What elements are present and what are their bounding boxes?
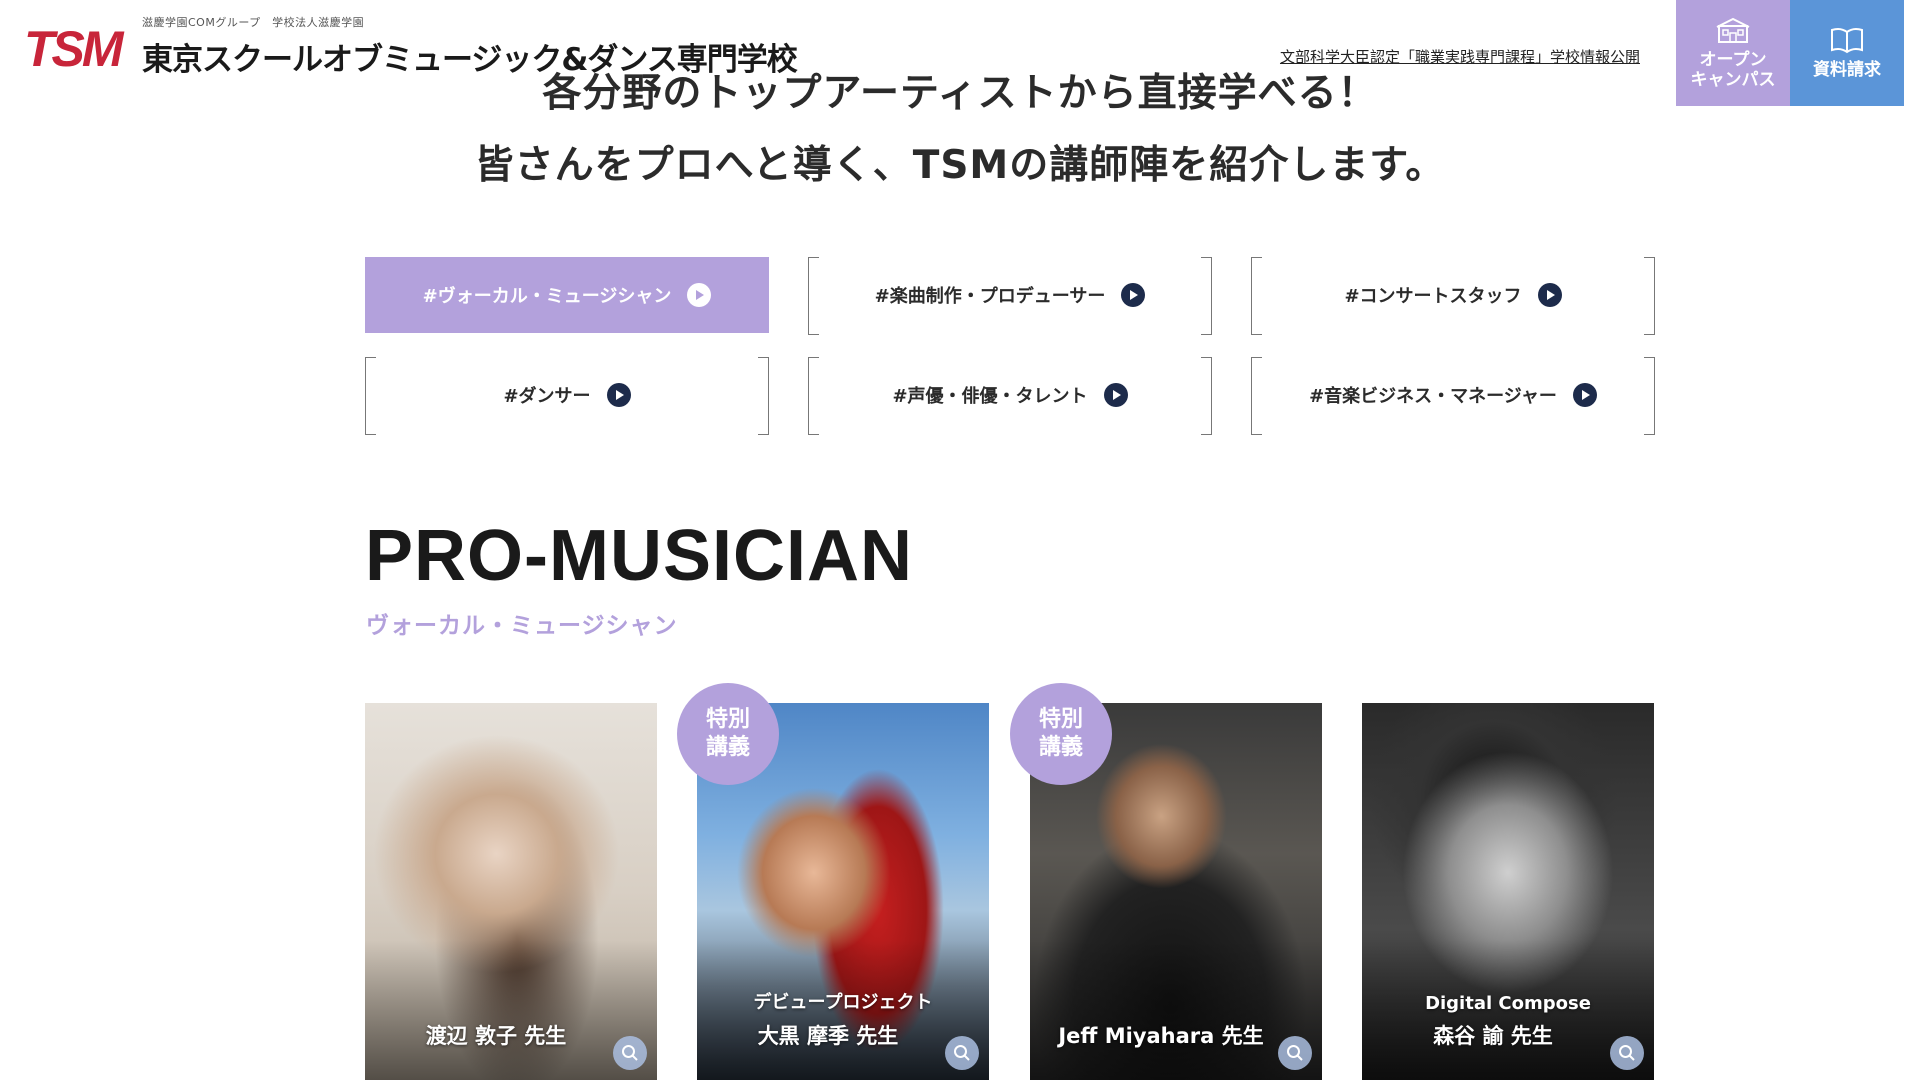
play-arrow-icon bbox=[606, 383, 631, 407]
category-label: #音楽ビジネス・マネージャー bbox=[1309, 386, 1557, 407]
category-music-producer[interactable]: #楽曲制作・プロデューサー bbox=[808, 257, 1212, 335]
instructor-name: 渡辺 敦子 先生 bbox=[425, 1024, 567, 1048]
lead-line-2: 皆さんをプロへと導く、TSMの講師陣を紹介します。 bbox=[474, 143, 1446, 188]
play-arrow-icon bbox=[687, 283, 712, 307]
category-label: #楽曲制作・プロデューサー bbox=[874, 286, 1106, 307]
special-lecture-badge: 特別 講義 bbox=[677, 683, 779, 785]
category-label: #コンサートスタッフ bbox=[1344, 286, 1522, 307]
instructor-tag: Digital Compose bbox=[1425, 993, 1591, 1014]
section-title: PRO-MUSICIAN bbox=[365, 516, 913, 596]
category-label: #声優・俳優・タレント bbox=[892, 386, 1088, 407]
instructor-tag: デビュープロジェクト bbox=[753, 992, 933, 1013]
instructor-card[interactable]: 渡辺 敦子 先生 bbox=[365, 703, 657, 1080]
category-vocal-musician[interactable]: #ヴォーカル・ミュージシャン bbox=[365, 257, 769, 333]
category-label: #ヴォーカル・ミュージシャン bbox=[422, 286, 672, 307]
zoom-icon[interactable] bbox=[1610, 1036, 1644, 1070]
category-concert-staff[interactable]: #コンサートスタッフ bbox=[1251, 257, 1655, 335]
instructor-name: 森谷 諭 先生 bbox=[1433, 1024, 1553, 1048]
book-icon bbox=[1831, 27, 1863, 54]
zoom-icon[interactable] bbox=[945, 1036, 979, 1070]
zoom-icon[interactable] bbox=[1278, 1036, 1312, 1070]
play-arrow-icon bbox=[1121, 283, 1146, 307]
category-music-business[interactable]: #音楽ビジネス・マネージャー bbox=[1251, 357, 1655, 435]
play-arrow-icon bbox=[1103, 383, 1128, 407]
school-building-icon bbox=[1716, 17, 1750, 43]
special-lecture-badge: 特別 講義 bbox=[1010, 683, 1112, 785]
play-arrow-icon bbox=[1572, 383, 1597, 407]
instructor-name: Jeff Miyahara 先生 bbox=[1058, 1024, 1264, 1048]
instructor-name: 大黒 摩季 先生 bbox=[757, 1024, 899, 1048]
lead-line-1: 各分野のトップアーティストから直接学べる！ bbox=[542, 71, 1378, 116]
category-dancer[interactable]: #ダンサー bbox=[365, 357, 769, 435]
play-arrow-icon bbox=[1537, 283, 1562, 307]
section-subtitle: ヴォーカル・ミュージシャン bbox=[366, 613, 678, 639]
logo-group-name: 滋慶学園COMグループ 学校法人滋慶学園 bbox=[142, 16, 365, 29]
instructor-card[interactable]: Digital Compose 森谷 諭 先生 bbox=[1362, 703, 1654, 1080]
category-voice-actor[interactable]: #声優・俳優・タレント bbox=[808, 357, 1212, 435]
category-label: #ダンサー bbox=[503, 386, 591, 407]
zoom-icon[interactable] bbox=[613, 1036, 647, 1070]
